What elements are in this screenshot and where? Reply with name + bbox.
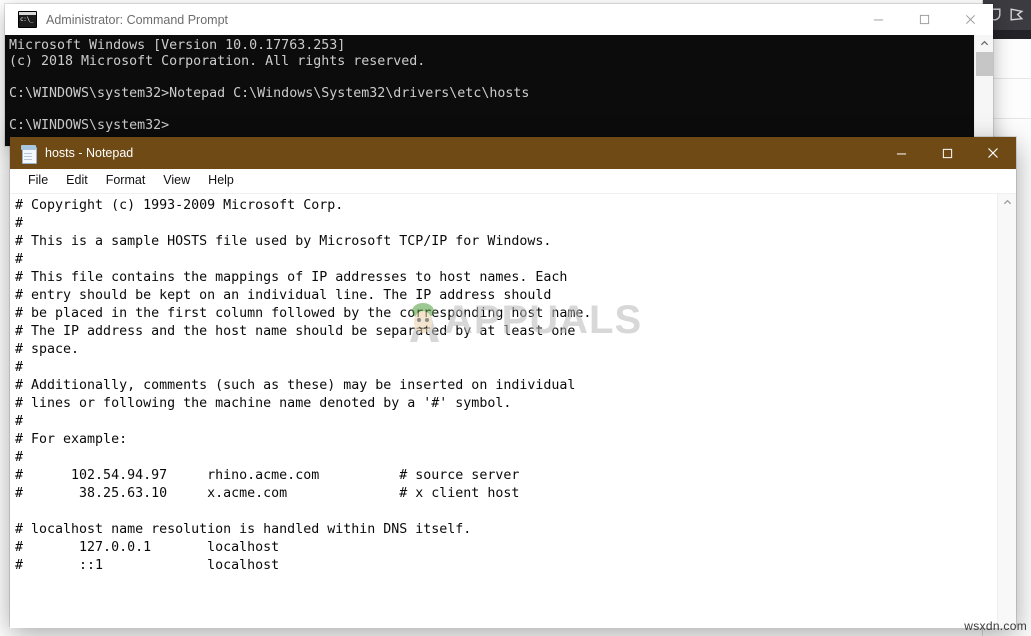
- command-prompt-window[interactable]: Administrator: Command Prompt Microsoft …: [5, 4, 993, 146]
- close-icon[interactable]: [970, 137, 1016, 169]
- minimize-icon[interactable]: [855, 4, 901, 35]
- command-prompt-title: Administrator: Command Prompt: [46, 12, 229, 27]
- notepad-titlebar[interactable]: hosts - Notepad: [10, 137, 1016, 169]
- menu-item-help[interactable]: Help: [199, 171, 243, 190]
- menu-item-format[interactable]: Format: [97, 171, 155, 190]
- notepad-window-controls: [878, 137, 1016, 169]
- minimize-icon[interactable]: [878, 137, 924, 169]
- notepad-text-area[interactable]: # Copyright (c) 1993-2009 Microsoft Corp…: [10, 193, 1016, 628]
- command-prompt-console[interactable]: Microsoft Windows [Version 10.0.17763.25…: [5, 35, 993, 146]
- notepad-scrollbar[interactable]: [997, 194, 1016, 628]
- menu-item-view[interactable]: View: [154, 171, 199, 190]
- bookmark-flag-icon[interactable]: [1008, 6, 1025, 23]
- chevron-up-icon[interactable]: [975, 35, 993, 52]
- console-scrollbar[interactable]: [974, 35, 993, 146]
- chevron-up-icon[interactable]: [998, 194, 1016, 211]
- notepad-title: hosts - Notepad: [45, 146, 134, 160]
- maximize-icon[interactable]: [924, 137, 970, 169]
- notepad-icon: [21, 144, 37, 164]
- command-prompt-titlebar[interactable]: Administrator: Command Prompt: [5, 4, 993, 35]
- console-output-text: Microsoft Windows [Version 10.0.17763.25…: [9, 38, 530, 133]
- menu-item-edit[interactable]: Edit: [57, 171, 97, 190]
- console-scrollbar-thumb[interactable]: [976, 52, 993, 76]
- source-watermark: wsxdn.com: [964, 619, 1027, 633]
- notepad-menubar: File Edit Format View Help: [10, 169, 1016, 193]
- screen-root: Administrator: Command Prompt Microsoft …: [0, 0, 1031, 636]
- notepad-window[interactable]: hosts - Notepad File Edit Format View He…: [10, 137, 1016, 628]
- hosts-file-content: # Copyright (c) 1993-2009 Microsoft Corp…: [15, 198, 592, 573]
- command-prompt-icon: [18, 11, 37, 28]
- close-icon[interactable]: [947, 4, 993, 35]
- menu-item-file[interactable]: File: [19, 171, 57, 190]
- maximize-icon[interactable]: [901, 4, 947, 35]
- command-prompt-window-controls: [855, 4, 993, 35]
